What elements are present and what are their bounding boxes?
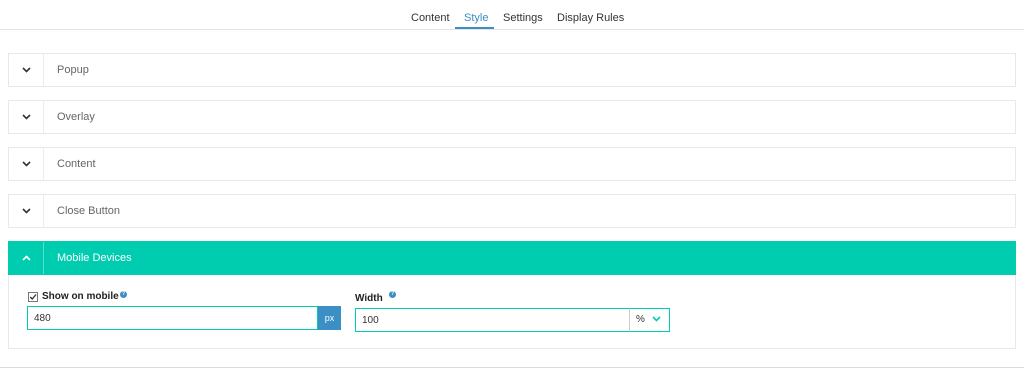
width-unit-value: % bbox=[636, 314, 645, 325]
chevron-down-icon bbox=[652, 316, 661, 322]
panel-title-popup: Popup bbox=[57, 64, 89, 76]
mobile-breakpoint-input[interactable] bbox=[27, 306, 318, 330]
panel-title-close-button: Close Button bbox=[57, 205, 120, 217]
info-icon[interactable]: ? bbox=[120, 291, 127, 298]
chevron-down-icon[interactable] bbox=[9, 195, 44, 227]
width-input[interactable] bbox=[355, 308, 630, 332]
width-unit-select[interactable]: % bbox=[629, 308, 670, 332]
panel-close-button[interactable]: Close Button bbox=[8, 194, 1016, 228]
panel-content[interactable]: Content bbox=[8, 147, 1016, 181]
bottom-divider bbox=[0, 367, 1024, 368]
chevron-down-icon[interactable] bbox=[9, 54, 44, 86]
tab-display-rules[interactable]: Display Rules bbox=[557, 12, 624, 24]
width-label: Width bbox=[355, 293, 383, 304]
tab-style[interactable]: Style bbox=[464, 12, 488, 24]
panel-title-mobile-devices: Mobile Devices bbox=[57, 252, 132, 264]
info-icon[interactable]: ? bbox=[389, 291, 396, 298]
tab-content[interactable]: Content bbox=[411, 12, 450, 24]
panel-popup[interactable]: Popup bbox=[8, 53, 1016, 87]
tab-bar: Content Style Settings Display Rules bbox=[0, 0, 1024, 30]
unit-px-button[interactable]: px bbox=[318, 306, 341, 330]
chevron-down-icon[interactable] bbox=[9, 101, 44, 133]
panel-mobile-devices[interactable]: Mobile Devices bbox=[8, 241, 1016, 275]
panel-title-overlay: Overlay bbox=[57, 111, 95, 123]
chevron-down-icon[interactable] bbox=[9, 148, 44, 180]
tab-settings[interactable]: Settings bbox=[503, 12, 543, 24]
mobile-devices-body: Show on mobile ? px Width ? % bbox=[8, 275, 1016, 349]
show-on-mobile-checkbox[interactable] bbox=[28, 292, 38, 302]
chevron-up-icon[interactable] bbox=[9, 242, 44, 274]
show-on-mobile-label: Show on mobile bbox=[42, 291, 119, 302]
panel-overlay[interactable]: Overlay bbox=[8, 100, 1016, 134]
panel-title-content: Content bbox=[57, 158, 96, 170]
active-tab-indicator bbox=[455, 27, 494, 29]
